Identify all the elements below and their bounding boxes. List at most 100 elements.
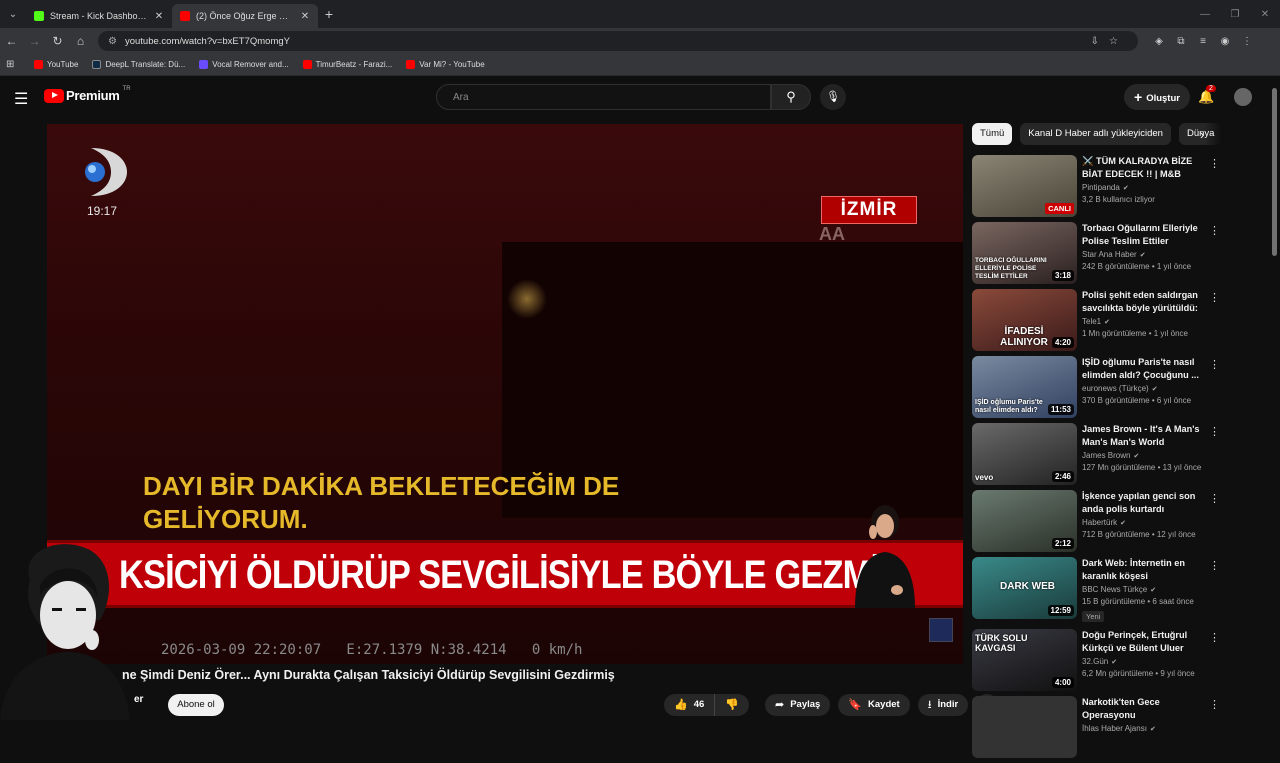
channel-name[interactable]: 32.Gün [1082,657,1108,666]
list-item[interactable]: TORBACI OĞULLARINI ELLERİYLE POLİSE TESL… [972,222,1232,289]
list-item[interactable]: vevo 2:46 James Brown - It's A Man's Man'… [972,423,1232,490]
tab-search-icon[interactable]: ⌄ [0,0,26,28]
more-vertical-icon[interactable]: ⋮ [1209,631,1220,644]
video-title[interactable]: Dark Web: İnternetin en karanlık köşesi [1082,557,1210,582]
minimize-icon[interactable]: — [1190,9,1220,20]
channel-name[interactable]: euronews (Türkçe) [1082,384,1149,393]
bookmark-star-icon[interactable]: ☆ [1109,36,1128,47]
close-icon[interactable]: ✕ [300,11,310,22]
new-tab-button[interactable]: + [318,6,340,22]
bookmark-deepl[interactable]: DeepL Translate: Dü... [92,60,185,69]
more-vertical-icon[interactable]: ⋮ [1209,698,1220,711]
reload-icon[interactable]: ↻ [46,34,69,48]
menu-icon[interactable]: ⋮ [1236,36,1258,47]
forward-icon[interactable]: → [23,34,46,48]
dislike-button[interactable]: 👎 [715,694,749,716]
video-thumbnail[interactable]: TÜRK SOLU KAVGASI 4:00 [972,629,1077,691]
site-info-icon[interactable]: ⚙ [108,36,117,47]
more-vertical-icon[interactable]: ⋮ [1209,224,1220,237]
search-button[interactable]: ⚲ [771,84,811,110]
video-title[interactable]: ⚔️ TÜM KALRADYA BİZE BİAT EDECEK !! | M&… [1082,155,1210,180]
home-icon[interactable]: ⌂ [69,34,92,48]
channel-name[interactable]: Star Ana Haber [1082,250,1137,259]
more-vertical-icon[interactable]: ⋮ [1209,559,1220,572]
video-title: ne Şimdi Deniz Örer... Aynı Durakta Çalı… [122,668,615,682]
create-label: Oluştur [1146,93,1180,104]
video-thumbnail[interactable]: CANLI [972,155,1077,217]
list-item[interactable]: CANLI ⚔️ TÜM KALRADYA BİZE BİAT EDECEK !… [972,155,1232,222]
bookmark-youtube[interactable]: YouTube [34,60,78,69]
close-icon[interactable]: ✕ [154,11,164,22]
chip-uploader[interactable]: Kanal D Haber adlı yükleyiciden [1020,123,1171,145]
channel-name[interactable]: er [134,694,143,705]
tab-youtube[interactable]: (2) Önce Oğuz Erge Şimdi Deniz Ö ✕ [172,4,318,28]
notification-badge: 2 [1206,85,1216,92]
list-item[interactable]: Narkotik'ten Gece Operasyonu İhlas Haber … [972,696,1232,763]
extensions-icon[interactable]: ⧉ [1170,36,1192,47]
voice-search-button[interactable]: 🎙 [820,84,846,110]
video-thumbnail[interactable] [972,696,1077,758]
video-title[interactable]: IŞİD oğlumu Paris'te nasıl elimden aldı?… [1082,356,1210,381]
more-vertical-icon[interactable]: ⋮ [1209,291,1220,304]
restore-icon[interactable]: ❐ [1220,9,1250,20]
more-vertical-icon[interactable]: ⋮ [1209,358,1220,371]
tab-kick[interactable]: Stream - Kick Dashboard ✕ [26,4,172,28]
like-button[interactable]: 👍 46 [664,694,716,716]
apps-grid-icon[interactable]: ⊞ [6,59,20,70]
list-item[interactable]: IŞİD oğlumu Paris'te nasıl elimden aldı?… [972,356,1232,423]
video-title[interactable]: James Brown - It's A Man's Man's Man's W… [1082,423,1210,448]
hamburger-menu-icon[interactable]: ☰ [14,89,28,109]
video-player[interactable]: 19:17 İZMİR AA DAYI BİR DAKİKA BEKLETECE… [47,124,963,664]
video-thumbnail[interactable]: TORBACI OĞULLARINI ELLERİYLE POLİSE TESL… [972,222,1077,284]
bookmark-var-mi[interactable]: Var Mi? - YouTube [406,60,485,69]
list-item[interactable]: DARK WEB 12:59 Dark Web: İnternetin en ka… [972,557,1232,629]
share-icon: ➦ [774,699,785,711]
subscribe-button[interactable]: Abone ol [168,694,224,716]
channel-name[interactable]: BBC News Türkçe [1082,585,1147,594]
video-thumbnail[interactable]: DARK WEB 12:59 [972,557,1077,619]
channel-name[interactable]: Pintipanda [1082,183,1120,192]
video-title[interactable]: İşkence yapılan genci son anda polis kur… [1082,490,1210,515]
account-avatar[interactable] [1234,88,1252,106]
list-item[interactable]: İFADESİ ALINIYOR 4:20 Polisi şehit eden s… [972,289,1232,356]
verified-icon: ✔ [1122,185,1129,192]
channel-name[interactable]: James Brown [1082,451,1130,460]
video-thumbnail[interactable]: IŞİD oğlumu Paris'te nasıl elimden aldı?… [972,356,1077,418]
notifications-button[interactable]: 🔔 2 [1198,85,1216,105]
media-icon[interactable]: ≡ [1192,36,1214,47]
bookmark-vocal-remover[interactable]: Vocal Remover and... [199,60,289,69]
back-icon[interactable]: ← [0,34,23,48]
video-title[interactable]: Doğu Perinçek, Ertuğrul Kürkçü ve Bülent… [1082,629,1210,654]
video-title[interactable]: Narkotik'ten Gece Operasyonu [1082,696,1210,721]
more-vertical-icon[interactable]: ⋮ [1209,492,1220,505]
save-button[interactable]: 🔖 Kaydet [838,694,910,716]
create-button[interactable]: + Oluştur [1124,84,1190,110]
chip-all[interactable]: Tümü [972,123,1013,145]
video-thumbnail[interactable]: vevo 2:46 [972,423,1077,485]
chevron-right-icon[interactable]: › [1200,127,1204,142]
video-title[interactable]: Torbacı Oğullarını Elleriyle Polise Tesl… [1082,222,1210,247]
url-bar[interactable]: ⚙ youtube.com/watch?v=bxET7QmomgY ⇩☆ [98,31,1138,51]
list-item[interactable]: 2:12 İşkence yapılan genci son anda poli… [972,490,1232,557]
download-button[interactable]: ⭳ İndir [917,694,969,716]
video-thumbnail[interactable]: 2:12 [972,490,1077,552]
channel-name[interactable]: Habertürk [1082,518,1117,527]
list-item[interactable]: TÜRK SOLU KAVGASI 4:00 Doğu Perinçek, Ert… [972,629,1232,696]
more-vertical-icon[interactable]: ⋮ [1209,425,1220,438]
share-button[interactable]: ➦ Paylaş [764,694,831,716]
search-input[interactable]: Ara [436,84,771,110]
more-vertical-icon[interactable]: ⋮ [1209,157,1220,170]
page-scrollbar[interactable] [1272,88,1277,256]
video-light [507,279,547,319]
profile-icon[interactable]: ◉ [1214,36,1236,47]
verified-icon: ✔ [1111,659,1118,666]
close-window-icon[interactable]: ✕ [1250,9,1280,20]
bookmark-timurbeatz[interactable]: TimurBeatz - Farazi... [302,60,392,69]
video-thumbnail[interactable]: İFADESİ ALINIYOR 4:20 [972,289,1077,351]
youtube-premium-logo[interactable]: Premium TR [44,86,131,103]
video-title[interactable]: Polisi şehit eden saldırgan savcılıkta b… [1082,289,1210,314]
channel-name[interactable]: İhlas Haber Ajansı [1082,724,1147,733]
channel-name[interactable]: Tele1 [1082,317,1101,326]
install-icon[interactable]: ⇩ [1091,36,1109,47]
shield-icon[interactable]: ◈ [1148,36,1170,47]
